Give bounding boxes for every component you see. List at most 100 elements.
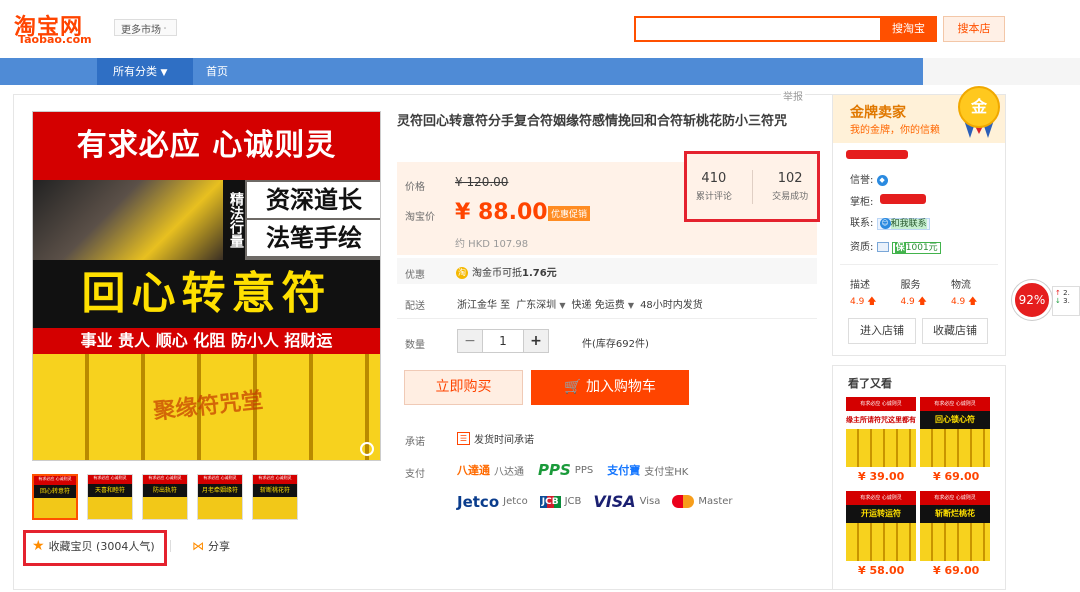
score-value: 4.9 [900, 297, 915, 307]
enter-store-button[interactable]: 进入店铺 [848, 318, 916, 344]
mastercard-payment: Master [672, 495, 733, 508]
thumbnail[interactable]: 有求必应 心诚则灵 月老牵姻缘符 [197, 474, 243, 520]
favorite-item-button[interactable]: ★ 收藏宝贝 (3004人气) [32, 538, 155, 554]
thumbnail-strip: 有求必应 心诚则灵 回心转意符 有求必应 心诚则灵 天喜和睦符 有求必应 心诚则灵防… [32, 474, 298, 520]
payment-name: 支付宝HK [644, 466, 689, 478]
rec-talisman [846, 523, 916, 561]
visa-icon: VISA [593, 492, 636, 511]
favorite-store-button[interactable]: 收藏店铺 [922, 318, 988, 344]
thumbnail-talisman [143, 497, 187, 519]
speed-widget-panel: ↑ 2. ↓ 3. [1052, 286, 1080, 316]
deposit-badge[interactable]: 保1001元 [891, 242, 941, 254]
add-to-cart-button[interactable]: 🛒 加入购物车 [531, 370, 689, 405]
owner-name-redacted [880, 194, 926, 204]
search-store-button[interactable]: 搜本店 [943, 16, 1005, 42]
shop-name-redacted [846, 150, 908, 159]
thumbnail-top-text: 有求必应 心诚则灵 [143, 475, 187, 484]
recommended-item[interactable]: 有求必应 心诚则灵 缘主所请符咒这里都有 [846, 397, 916, 467]
upload-speed: 2. [1063, 289, 1070, 297]
ship-to-dropdown[interactable]: 广东深圳 ▼ [516, 296, 565, 311]
rec-talisman [846, 429, 916, 467]
rec-title: 缘主所请符咒这里都有 [846, 411, 916, 429]
octopus-icon: 八達通 [457, 464, 490, 477]
all-categories-menu[interactable]: 所有分类 ▼ [97, 58, 193, 85]
discount-info: 淘淘金币可抵1.76元 [456, 264, 557, 279]
zoom-icon[interactable] [360, 442, 374, 456]
caret-down-icon: ▼ [160, 68, 168, 78]
increment-button[interactable]: + [524, 330, 548, 352]
pps-payment: PPS PPS [538, 461, 593, 479]
thumbnail-title: 斩断桃花符 [253, 484, 297, 497]
more-market-dropdown[interactable]: 更多市场 ˅ [114, 19, 177, 36]
score-name: 服务 [900, 280, 921, 291]
buy-now-button[interactable]: 立即购买 [404, 370, 523, 405]
main-image-vertical-text: 精法行量 [223, 180, 245, 260]
divider [397, 318, 817, 319]
thumbnail[interactable]: 有求必应 心诚则灵 防出轨符 [142, 474, 188, 520]
stats-highlight-box [684, 151, 820, 222]
promise-info[interactable]: ☰ 发货时间承诺 [457, 431, 534, 446]
search-taobao-button[interactable]: 搜淘宝 [880, 16, 937, 42]
score-service[interactable]: 服务 4.9 🡅 [900, 276, 926, 310]
original-price: ¥ 120.00 [455, 175, 509, 189]
payment-name: Master [698, 496, 733, 507]
score-description[interactable]: 描述 4.9 🡅 [850, 276, 876, 310]
main-image-tags: 事业 贵人 顺心 化阻 防小人 招财运 [33, 328, 380, 354]
id-card-icon [876, 242, 889, 252]
product-main-image[interactable]: 有求必应 心诚则灵 精法行量 资深道长 法笔手绘 回心转意符 事业 贵人 顺心 … [32, 111, 381, 461]
payment-name: Jetco [503, 496, 528, 507]
main-image-banner2: 法笔手绘 [247, 220, 380, 256]
thumbnail-top-text: 有求必应 心诚则灵 [253, 475, 297, 484]
share-label: 分享 [208, 540, 230, 553]
thumbnail[interactable]: 有求必应 心诚则灵 天喜和睦符 [87, 474, 133, 520]
promo-tag[interactable]: 优惠促销 [548, 206, 591, 221]
contact-button[interactable]: ☺ 和我联系 [876, 218, 930, 230]
rec-price: ¥ 69.00 [933, 470, 980, 483]
recommended-item[interactable]: 有求必应 心诚则灵 回心锁心符 [920, 397, 990, 467]
share-button[interactable]: ⋈ 分享 [192, 538, 230, 554]
thumbnail[interactable]: 有求必应 心诚则灵 回心转意符 [32, 474, 78, 520]
rec-price: ¥ 39.00 [858, 470, 905, 483]
payment-label: 支付 [405, 469, 425, 480]
report-link[interactable]: 举报 [781, 88, 805, 103]
decrement-button[interactable]: − [458, 330, 482, 352]
main-image-banner1: 资深道长 [247, 182, 380, 218]
download-speed: 3. [1063, 297, 1070, 305]
wangwang-icon: ☺ [879, 218, 891, 229]
speed-widget-badge[interactable]: 92% [1012, 280, 1052, 320]
search-input[interactable] [634, 16, 882, 42]
express-dropdown[interactable]: 快递 免运费 ▼ [572, 296, 635, 311]
jetco-payment: Jetco Jetco [457, 493, 528, 511]
thumbnail-talisman [253, 497, 297, 519]
recommended-item[interactable]: 有求必应 心诚则灵 开运转运符 [846, 491, 916, 561]
contact-label: 联系: [850, 218, 874, 229]
score-value: 4.9 [850, 297, 865, 307]
payment-name: PPS [574, 464, 594, 476]
score-name: 物流 [950, 280, 971, 291]
taobao-logo-en[interactable]: Taobao.com [18, 33, 92, 46]
discount-text: 淘金币可抵 [472, 268, 522, 279]
thumbnail[interactable]: 有求必应 心诚则灵 斩断桃花符 [252, 474, 298, 520]
arrow-up-icon: 🡅 [867, 297, 877, 307]
jcb-payment: JCB JCB [539, 495, 581, 508]
promise-icon: ☰ [457, 432, 470, 445]
score-logistics[interactable]: 物流 4.9 🡅 [951, 276, 977, 310]
recommended-item[interactable]: 有求必应 心诚则灵 斩断烂桃花 [920, 491, 990, 561]
quantity-input[interactable]: 1 [482, 330, 524, 352]
caret-down-icon: ▼ [627, 301, 635, 310]
credit-icon[interactable]: ◆ [876, 174, 888, 186]
share-icon: ⋈ [192, 539, 204, 553]
qualification-label: 资质: [850, 242, 874, 253]
chevron-down-icon: ˅ [161, 27, 167, 35]
promise-text: 发货时间承诺 [474, 435, 534, 446]
talisman-strip: 聚缘符咒堂 [33, 354, 380, 460]
also-viewed-title: 看了又看 [848, 377, 892, 390]
coin-icon: 淘 [456, 267, 468, 279]
payment-row-1: 八達通 八达通 PPS PPS 支付寶 支付宝HK [457, 461, 688, 479]
discount-label: 优惠 [405, 270, 425, 281]
rec-talisman [920, 523, 990, 561]
main-image-watermark: 聚缘符咒堂 [152, 387, 265, 425]
arrow-up-icon: 🡅 [968, 297, 978, 307]
ship-from: 浙江金华 至 [457, 300, 511, 311]
nav-home-link[interactable]: 首页 [206, 58, 228, 85]
